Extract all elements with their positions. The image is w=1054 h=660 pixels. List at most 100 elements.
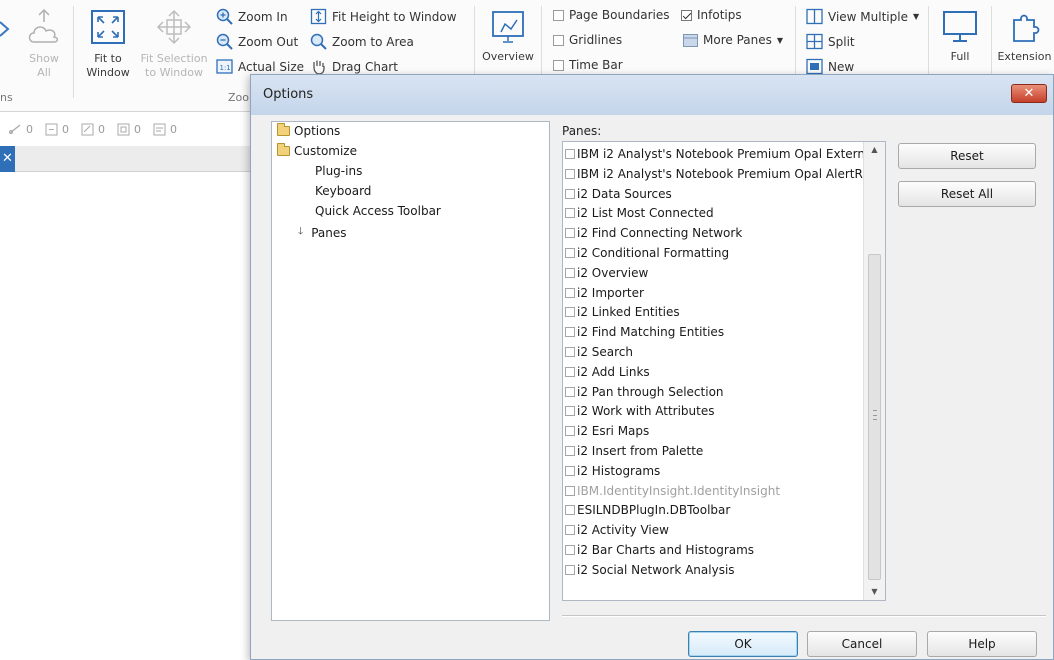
overview-button[interactable]: Overview — [476, 10, 540, 64]
pane-list-item[interactable]: ESILNDBPlugIn.DBToolbar — [565, 501, 730, 519]
selection-counter-row: 0 0 0 0 0 — [0, 118, 252, 140]
time-bar-box[interactable] — [553, 59, 564, 71]
pane-list-item[interactable]: i2 Find Connecting Network — [565, 224, 742, 242]
pane-list-item[interactable]: i2 Data Sources — [565, 185, 672, 203]
pane-list-item[interactable]: i2 Pan through Selection — [565, 383, 724, 401]
dialog-close-button[interactable]: ✕ — [1011, 84, 1047, 103]
page-boundaries-box[interactable] — [553, 9, 564, 21]
reset-all-button[interactable]: Reset All — [898, 181, 1036, 207]
options-category-tree: Options Customize Plug-ins Keyboard Quic… — [271, 121, 550, 621]
zoom-to-area-button[interactable]: Zoom to Area — [310, 33, 414, 50]
gridlines-checkbox[interactable]: Gridlines — [553, 33, 622, 47]
full-screen-button[interactable]: Full — [934, 10, 986, 64]
tree-node-keyboard[interactable]: Keyboard — [315, 184, 371, 198]
label-counter: 0 — [153, 123, 177, 136]
dialog-titlebar[interactable]: Options ✕ — [251, 75, 1053, 115]
zoom-out-icon — [216, 33, 233, 50]
pane-list-item[interactable]: i2 Social Network Analysis — [565, 561, 735, 579]
cancel-button[interactable]: Cancel — [807, 631, 917, 657]
view-multiple-button[interactable]: View Multiple ▼ — [806, 8, 919, 25]
tree-node-plug-ins[interactable]: Plug-ins — [315, 164, 362, 178]
tree-node-options[interactable]: Options — [277, 123, 340, 138]
zoom-in-button[interactable]: Zoom In — [216, 8, 288, 25]
pane-list-item[interactable]: i2 Importer — [565, 284, 644, 302]
tree-node-customize[interactable]: Customize — [277, 143, 357, 158]
new-window-button[interactable]: New — [806, 58, 854, 75]
pane-checkbox[interactable] — [565, 208, 575, 219]
fit-selection-button[interactable]: Fit Selection to Window — [136, 8, 212, 80]
pane-checkbox[interactable] — [565, 248, 575, 258]
scroll-down-arrow-icon[interactable]: ▼ — [864, 584, 885, 600]
pane-list-item[interactable]: i2 Activity View — [565, 521, 669, 539]
pane-checkbox[interactable] — [565, 545, 575, 555]
pane-label: i2 List Most Connected — [577, 206, 714, 221]
pane-checkbox[interactable] — [565, 228, 575, 239]
infotips-checkbox[interactable]: Infotips — [681, 8, 742, 22]
actual-size-button[interactable]: 1:1 Actual Size — [216, 58, 304, 75]
show-all-button[interactable]: Show All — [22, 8, 66, 80]
pane-checkbox[interactable] — [565, 485, 575, 496]
ok-button[interactable]: OK — [688, 631, 798, 657]
pane-checkbox[interactable] — [565, 168, 575, 179]
card-counter: 0 — [81, 123, 105, 136]
pane-list-item[interactable]: i2 Work with Attributes — [565, 402, 715, 420]
time-bar-checkbox[interactable]: Time Bar — [553, 58, 623, 72]
pane-checkbox[interactable] — [565, 347, 575, 357]
box-count-icon — [117, 123, 130, 135]
scroll-up-arrow-icon[interactable]: ▲ — [864, 142, 885, 158]
scrollbar-thumb[interactable] — [868, 254, 881, 580]
pane-list-item[interactable]: i2 Bar Charts and Histograms — [565, 541, 754, 559]
pane-list-item[interactable]: i2 Overview — [565, 264, 648, 282]
pane-list-item[interactable]: IBM.IdentityInsight.IdentityInsight — [565, 482, 780, 500]
view-multiple-icon — [806, 8, 823, 25]
close-icon[interactable]: ✕ — [0, 146, 15, 172]
pane-checkbox[interactable] — [565, 267, 575, 278]
pane-checkbox[interactable] — [565, 149, 575, 159]
zoom-out-button[interactable]: Zoom Out — [216, 33, 298, 50]
pane-checkbox[interactable] — [565, 386, 575, 397]
pane-list-item[interactable]: i2 Linked Entities — [565, 303, 680, 321]
gridlines-box[interactable] — [553, 34, 564, 46]
pane-list-item[interactable]: i2 Histograms — [565, 462, 660, 480]
pane-checkbox[interactable] — [565, 366, 575, 377]
infotips-box[interactable] — [681, 9, 692, 21]
fit-to-window-button[interactable]: Fit to Window — [80, 8, 136, 80]
help-button[interactable]: Help — [927, 631, 1037, 657]
fit-height-button[interactable]: Fit Height to Window — [310, 8, 457, 25]
pane-list-item[interactable]: i2 List Most Connected — [565, 204, 714, 222]
pane-checkbox[interactable] — [565, 188, 575, 199]
pane-checkbox[interactable] — [565, 406, 575, 417]
pane-label: i2 Find Matching Entities — [577, 325, 725, 340]
pane-label: i2 Esri Maps — [577, 424, 650, 439]
show-all-label-2: All — [37, 66, 51, 79]
pane-checkbox[interactable] — [565, 564, 575, 575]
extensions-button[interactable]: Extension — [995, 10, 1054, 64]
tree-node-panes[interactable]: 🡓 Panes — [298, 224, 347, 241]
pane-checkbox[interactable] — [565, 327, 575, 338]
page-boundaries-checkbox[interactable]: Page Boundaries — [553, 8, 670, 22]
pane-list-item[interactable]: i2 Esri Maps — [565, 422, 649, 440]
options-dialog: Options ✕ Options Customize Plug-ins Key… — [250, 74, 1054, 660]
pane-checkbox[interactable] — [565, 525, 575, 536]
pane-list-item[interactable]: i2 Add Links — [565, 363, 650, 381]
pane-checkbox[interactable] — [565, 446, 575, 456]
pane-checkbox[interactable] — [565, 307, 575, 318]
pane-checkbox[interactable] — [565, 287, 575, 298]
tree-node-quick-access-toolbar[interactable]: Quick Access Toolbar — [315, 204, 441, 218]
pane-list-item[interactable]: i2 Insert from Palette — [565, 442, 703, 460]
drag-chart-button[interactable]: Drag Chart — [310, 58, 398, 75]
more-panes-button[interactable]: More Panes ▼ — [683, 33, 783, 47]
pane-list-item[interactable]: IBM i2 Analyst's Notebook Premium Opal E… — [565, 145, 865, 163]
pane-list-item[interactable]: i2 Search — [565, 343, 633, 361]
pane-checkbox[interactable] — [565, 465, 575, 476]
pane-list-item[interactable]: i2 Find Matching Entities — [565, 323, 724, 341]
reset-button[interactable]: Reset — [898, 143, 1036, 169]
split-button[interactable]: Split — [806, 33, 855, 50]
pane-checkbox[interactable] — [565, 426, 575, 437]
pane-list-item[interactable]: i2 Conditional Formatting — [565, 244, 729, 262]
pane-list-item[interactable]: IBM i2 Analyst's Notebook Premium Opal A… — [565, 165, 863, 183]
pane-label: i2 Insert from Palette — [577, 444, 704, 458]
pane-checkbox[interactable] — [565, 505, 575, 516]
panes-scrollbar[interactable]: ▲ ▼ — [863, 142, 885, 600]
pane-label: i2 Overview — [577, 265, 649, 280]
